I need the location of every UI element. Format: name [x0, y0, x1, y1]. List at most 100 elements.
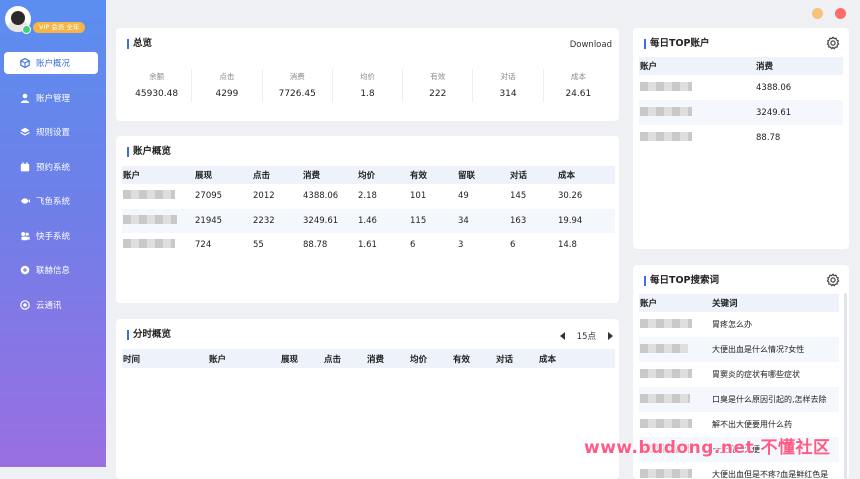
account-cell-redacted — [639, 125, 755, 150]
stat-avg-price: 均价 1.8 — [333, 69, 404, 102]
layers-icon — [20, 127, 30, 137]
table-row[interactable]: 21945 2232 3249.61 1.46 115 34 163 19.94 — [122, 208, 615, 233]
hourly-overview-title: 分时概览 — [127, 330, 171, 340]
account-cell-redacted — [122, 233, 194, 258]
minimize-dot[interactable] — [812, 8, 823, 19]
sidebar-item-label: 账户概况 — [36, 59, 71, 69]
stat-clicks: 点击 4299 — [192, 69, 263, 102]
sidebar-item-label: 飞鱼系统 — [36, 197, 71, 207]
next-hour-arrow-icon[interactable] — [608, 332, 613, 340]
table-row[interactable]: 口臭是什么原因引起的,怎样去除 — [639, 387, 839, 412]
column-header: 点击 — [252, 166, 302, 184]
stat-value: 4299 — [215, 89, 239, 99]
calendar-icon — [20, 161, 30, 172]
table-header-row: 账户 消费 — [639, 57, 843, 75]
column-header: 对话 — [495, 349, 538, 368]
table-cell: 3 — [458, 240, 464, 251]
keyword-cell: 口臭是什么原因引起的,怎样去除 — [711, 387, 839, 412]
summary-title: 总览 — [127, 39, 152, 49]
column-header: 账户 — [208, 349, 280, 368]
table-cell: 2232 — [252, 208, 302, 233]
close-dot[interactable] — [835, 8, 846, 19]
table-cell: 3249.61 — [755, 100, 843, 125]
table-cell: 34 — [457, 208, 509, 233]
sidebar-item-booking-system[interactable]: 预约系统 — [4, 156, 98, 178]
sidebar-nav: 账户概况 账户管理 规则设置 预约系统 飞鱼系统 快手系统 联赫信息 云通讯 — [0, 52, 106, 328]
prev-hour-arrow-icon[interactable] — [559, 332, 565, 340]
link-icon — [20, 265, 30, 275]
sidebar-item-label: 联赫信息 — [36, 266, 71, 276]
table-cell: 14.8 — [558, 240, 577, 251]
table-cell: 6 — [510, 240, 516, 251]
current-hour-label: 15点 — [576, 332, 596, 342]
hourly-overview-card: 分时概览 15点 时间 账户 展现 点击 消费 均价 有效 对话 成本 — [116, 319, 619, 479]
table-row[interactable]: 胃窦炎的症状有哪些症状 — [639, 362, 839, 387]
account-overview-table: 账户 展现 点击 消费 均价 有效 留联 对话 成本 27095 2012 43… — [122, 166, 615, 258]
table-cell: 3249.61 — [302, 208, 357, 233]
stat-value: 24.61 — [565, 89, 592, 99]
table-row[interactable]: 724 55 88.78 1.61 6 3 6 14.8 — [122, 233, 615, 258]
table-cell: 49 — [458, 191, 469, 202]
table-row[interactable]: 3249.61 — [639, 100, 843, 125]
table-cell: 6 — [410, 240, 416, 251]
table-cell: 30.26 — [558, 191, 583, 202]
table-cell: 21945 — [194, 208, 252, 233]
column-header: 展现 — [280, 349, 323, 368]
table-cell: 1.61 — [358, 240, 377, 251]
stat-label: 均价 — [359, 72, 375, 81]
stat-spend: 消费 7726.45 — [263, 69, 333, 102]
sidebar-item-lianhe-info[interactable]: 联赫信息 — [4, 259, 98, 281]
column-header: 均价 — [409, 349, 452, 368]
account-cell-redacted — [122, 184, 194, 209]
table-row[interactable]: 88.78 — [639, 125, 843, 150]
top-accounts-title: 每日TOP账户 — [644, 39, 710, 49]
table-cell: 2.18 — [358, 191, 377, 202]
sidebar-item-account-overview[interactable]: 账户概况 — [4, 52, 98, 74]
stat-value: 1.8 — [360, 89, 375, 99]
column-header: 展现 — [194, 166, 252, 184]
table-cell: 55 — [253, 240, 264, 251]
account-cell-redacted — [639, 100, 755, 125]
stat-balance: 余额 45930.48 — [122, 69, 193, 102]
sidebar-item-cloud-communication[interactable]: 云通讯 — [4, 294, 98, 316]
column-header: 账户 — [639, 294, 711, 312]
column-header: 均价 — [357, 166, 409, 184]
keywords-scrollbar[interactable] — [844, 293, 847, 479]
column-header: 时间 — [122, 349, 208, 368]
table-row[interactable]: 大便出血但是不疼?血是鲜红色是 — [639, 462, 839, 479]
summary-card: 总览 Download 余额 45930.48 点击 4299 消费 7726.… — [116, 28, 619, 121]
stat-cost: 成本 24.61 — [544, 69, 613, 102]
table-header-row: 账户 关键词 — [639, 294, 839, 312]
sidebar-item-label: 预约系统 — [36, 162, 71, 173]
table-cell: 19.94 — [557, 208, 615, 233]
table-row[interactable]: 4388.06 — [639, 75, 843, 100]
column-header: 消费 — [366, 349, 409, 368]
table-row[interactable]: 胃疼怎么办 — [639, 312, 839, 337]
sidebar-item-account-management[interactable]: 账户管理 — [4, 87, 98, 109]
cloud-icon — [20, 299, 30, 310]
keyword-cell: 大便出血但是不疼?血是鲜红色是 — [712, 470, 829, 479]
hour-pager: 15点 — [559, 330, 613, 342]
sidebar-item-kuaishou-system[interactable]: 快手系统 — [4, 225, 98, 247]
table-cell: 4388.06 — [303, 191, 339, 202]
sidebar-item-rule-settings[interactable]: 规则设置 — [4, 121, 98, 143]
top-keywords-title: 每日TOP搜索词 — [644, 276, 719, 286]
table-cell: 4388.06 — [756, 82, 792, 93]
table-row[interactable]: 27095 2012 4388.06 2.18 101 49 145 30.26 — [122, 184, 615, 209]
table-cell: 27095 — [195, 191, 223, 202]
column-header: 账户 — [122, 166, 194, 184]
settings-gear-icon[interactable] — [826, 273, 840, 287]
stat-value: 45930.48 — [135, 89, 179, 99]
stat-value: 222 — [429, 89, 447, 99]
download-link[interactable]: Download — [570, 40, 612, 50]
column-header: 对话 — [509, 166, 557, 184]
stat-label: 成本 — [570, 72, 586, 81]
sidebar-item-feiyu-system[interactable]: 飞鱼系统 — [4, 190, 98, 212]
table-row[interactable]: 大便出血是什么情况?女性 — [639, 337, 839, 362]
kuaishou-icon — [20, 231, 30, 241]
table-cell: 88.78 — [756, 132, 781, 143]
hourly-table: 时间 账户 展现 点击 消费 均价 有效 对话 成本 — [122, 349, 615, 368]
sidebar-item-label: 账户管理 — [36, 93, 71, 104]
settings-gear-icon[interactable] — [826, 36, 840, 50]
sidebar-item-label: 规则设置 — [36, 128, 71, 138]
